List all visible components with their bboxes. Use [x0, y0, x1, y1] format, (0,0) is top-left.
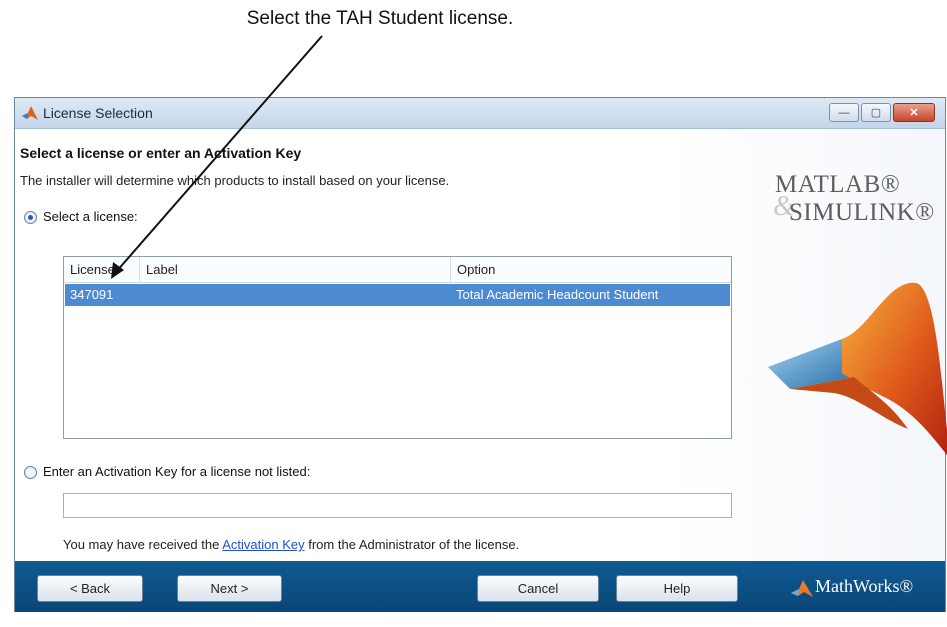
- back-button[interactable]: < Back: [37, 575, 143, 602]
- administrator-note: You may have received the Activation Key…: [63, 537, 519, 552]
- next-button[interactable]: Next >: [177, 575, 282, 602]
- activation-key-link[interactable]: Activation Key: [222, 537, 304, 552]
- page-heading: Select a license or enter an Activation …: [20, 145, 302, 161]
- license-table-header: License Label Option: [64, 257, 731, 283]
- cell-license: 347091: [70, 287, 114, 302]
- activation-key-radio[interactable]: [24, 466, 37, 479]
- administrator-note-end: from the Administrator of the license.: [304, 537, 520, 552]
- minimize-button[interactable]: —: [829, 103, 859, 122]
- cell-option: Total Academic Headcount Student: [456, 287, 659, 302]
- select-license-radio[interactable]: [24, 211, 37, 224]
- activation-key-label[interactable]: Enter an Activation Key for a license no…: [43, 464, 310, 479]
- simulink-logo-text: SIMULINK®: [789, 199, 935, 226]
- administrator-note-start: You may have received the: [63, 537, 223, 552]
- column-header-license[interactable]: License: [64, 257, 140, 283]
- maximize-button[interactable]: ▢: [861, 103, 891, 122]
- annotation-caption: Select the TAH Student license.: [246, 8, 514, 29]
- license-table[interactable]: License Label Option 347091 Total Academ…: [63, 256, 732, 439]
- cell-label: [140, 284, 451, 306]
- mathworks-logo-text: MathWorks®: [815, 576, 914, 596]
- window-controls: — ▢ ✕: [829, 103, 935, 122]
- activation-key-input[interactable]: [63, 493, 732, 518]
- matlab-membrane-logo: [768, 282, 947, 455]
- column-header-option[interactable]: Option: [451, 257, 733, 283]
- button-bar: < Back Next > Cancel Help MathWorks®: [15, 561, 945, 612]
- cancel-button[interactable]: Cancel: [477, 575, 599, 602]
- column-header-label[interactable]: Label: [140, 257, 451, 283]
- license-table-row[interactable]: 347091 Total Academic Headcount Student: [65, 284, 730, 306]
- title-bar[interactable]: License Selection — ▢ ✕: [15, 98, 945, 129]
- help-button[interactable]: Help: [616, 575, 738, 602]
- content-area: Select a license or enter an Activation …: [15, 129, 947, 561]
- window-title: License Selection: [43, 105, 153, 121]
- license-selection-window: License Selection — ▢ ✕ Select a license…: [14, 97, 947, 612]
- matlab-app-icon: [22, 106, 38, 120]
- close-button[interactable]: ✕: [893, 103, 935, 122]
- select-license-label[interactable]: Select a license:: [43, 209, 138, 224]
- page-description: The installer will determine which produ…: [20, 173, 450, 188]
